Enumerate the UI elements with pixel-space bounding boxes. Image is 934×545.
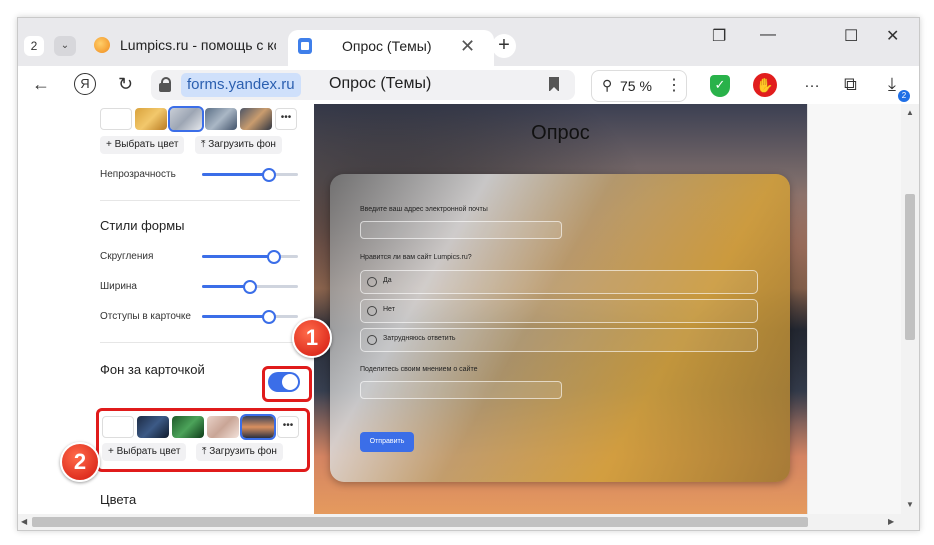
tab-strip: 2 ⌄ Lumpics.ru - помощь с ком Опрос (Тем…: [18, 18, 919, 66]
address-page-title: Опрос (Темы): [329, 75, 432, 92]
scroll-left-icon[interactable]: ◀: [21, 517, 27, 526]
card-background-title: Фон за карточкой: [100, 362, 205, 377]
adblock-stop-icon[interactable]: ✋: [753, 73, 777, 97]
vertical-scrollbar[interactable]: ▲ ▼: [901, 104, 919, 514]
padding-label: Отступы в карточке: [100, 311, 191, 322]
tab-list-chevron-icon[interactable]: ⌄: [54, 36, 76, 56]
scroll-up-icon[interactable]: ▲: [906, 108, 914, 117]
swatch-stone[interactable]: [205, 108, 237, 130]
tab-title: Lumpics.ru - помощь с ком: [120, 37, 276, 53]
option-label: Нет: [383, 306, 395, 313]
question-opinion: Поделитесь своим мнением о сайте: [360, 366, 478, 373]
step-1-marker: 1: [292, 318, 332, 358]
zoom-level: 75 %: [620, 78, 652, 94]
bookmark-icon[interactable]: [549, 77, 559, 92]
swatch-mountain[interactable]: [240, 108, 272, 130]
question-like: Нравится ли вам сайт Lumpics.ru?: [360, 254, 472, 261]
address-toolbar: ← Я ↻ forms.yandex.ru Опрос (Темы) ⚲ 75 …: [18, 66, 919, 104]
tab-title: Опрос (Темы): [342, 38, 432, 54]
card-background-swatches: •••: [100, 106, 297, 132]
minimize-icon[interactable]: —: [760, 26, 776, 44]
vertical-scroll-thumb[interactable]: [905, 194, 915, 340]
question-email: Введите ваш адрес электронной почты: [360, 206, 488, 213]
tab-forms-active[interactable]: Опрос (Темы) ✕: [288, 30, 494, 66]
submit-button[interactable]: Отправить: [360, 432, 414, 452]
upload-background-button[interactable]: ⤒ Загрузить фон: [195, 136, 282, 154]
protect-shield-icon[interactable]: ✓: [710, 75, 730, 97]
option-unsure[interactable]: Затрудняюсь ответить: [360, 328, 758, 352]
choose-color-label: Выбрать цвет: [114, 139, 179, 150]
option-yes[interactable]: Да: [360, 270, 758, 294]
swatch-gold[interactable]: [135, 108, 167, 130]
lumpics-favicon-icon: [94, 37, 110, 53]
colors-title: Цвета: [100, 492, 137, 507]
opinion-input[interactable]: [360, 381, 562, 399]
option-label: Затрудняюсь ответить: [383, 335, 456, 342]
collections-icon[interactable]: ⧉: [844, 74, 857, 95]
page-content: ••• + Выбрать цвет ⤒ Загрузить фон Непро…: [18, 104, 919, 514]
downloads-badge: 2: [898, 90, 910, 102]
option-no[interactable]: Нет: [360, 299, 758, 323]
width-label: Ширина: [100, 281, 137, 292]
forms-favicon-icon: [298, 38, 312, 54]
option-label: Да: [383, 277, 392, 284]
email-input[interactable]: [360, 221, 562, 239]
divider: [100, 200, 300, 201]
close-window-icon[interactable]: ✕: [886, 26, 899, 46]
choose-color-button[interactable]: + Выбрать цвет: [100, 136, 185, 154]
swatch-white[interactable]: [100, 108, 132, 130]
padding-slider[interactable]: [202, 310, 298, 324]
page-gutter: [807, 104, 902, 514]
maximize-icon[interactable]: ☐: [844, 26, 858, 46]
rounding-slider[interactable]: [202, 250, 298, 264]
form-title: Опрос: [531, 122, 590, 144]
zoom-search-icon: ⚲: [602, 77, 613, 93]
horizontal-scrollbar[interactable]: ◀ ▶: [18, 514, 919, 530]
upload-background-label: Загрузить фон: [208, 139, 276, 150]
extensions-more-icon[interactable]: …: [804, 74, 820, 92]
horizontal-scroll-thumb[interactable]: [32, 517, 808, 527]
reload-icon[interactable]: ↻: [118, 74, 133, 95]
form-styles-title: Стили формы: [100, 218, 185, 233]
form-preview: Опрос Введите ваш адрес электронной почт…: [314, 104, 807, 514]
opacity-slider[interactable]: [202, 168, 298, 182]
swatch-silver-selected[interactable]: [168, 106, 204, 132]
width-slider[interactable]: [202, 280, 298, 294]
back-arrow-icon[interactable]: ←: [32, 74, 50, 95]
tab-lumpics[interactable]: Lumpics.ru - помощь с ком: [84, 30, 284, 60]
yandex-icon[interactable]: Я: [74, 73, 96, 95]
form-card: Введите ваш адрес электронной почты Нрав…: [330, 174, 790, 482]
address-bar[interactable]: forms.yandex.ru Опрос (Темы): [151, 70, 575, 100]
lock-icon: [159, 77, 171, 92]
downloads-icon[interactable]: ⤓: [888, 74, 896, 95]
highlight-toggle: [262, 366, 312, 402]
address-domain[interactable]: forms.yandex.ru: [181, 73, 301, 97]
scroll-down-icon[interactable]: ▼: [906, 500, 914, 509]
more-swatches-button[interactable]: •••: [275, 108, 297, 130]
tab-count-button[interactable]: 2: [24, 36, 44, 56]
zoom-control[interactable]: ⚲ 75 % ⋮: [591, 70, 687, 102]
highlight-background-options: [96, 408, 310, 472]
more-vertical-icon[interactable]: ⋮: [666, 75, 682, 95]
browser-window: 2 ⌄ Lumpics.ru - помощь с ком Опрос (Тем…: [17, 17, 920, 531]
new-tab-button[interactable]: +: [492, 34, 516, 58]
divider: [100, 342, 300, 343]
scroll-right-icon[interactable]: ▶: [888, 517, 894, 526]
rounding-label: Скругления: [100, 251, 154, 262]
step-2-marker: 2: [60, 442, 100, 482]
opacity-label: Непрозрачность: [100, 169, 176, 180]
bookmarks-panel-icon[interactable]: ❐: [712, 26, 726, 46]
close-tab-icon[interactable]: ✕: [460, 36, 475, 57]
